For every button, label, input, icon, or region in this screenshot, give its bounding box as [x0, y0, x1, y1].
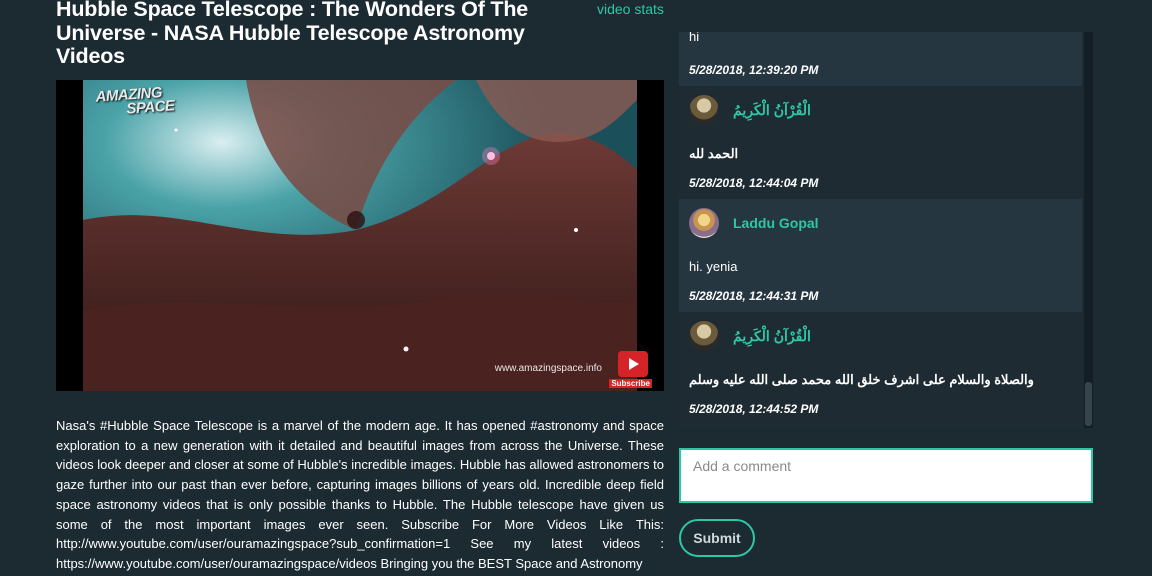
comment-time: 5/28/2018, 12:44:04 PM	[689, 176, 819, 190]
subscribe-badge[interactable]: Subscribe	[609, 379, 652, 388]
comment-item: الْقُرْآنُ الْكَرِيمُ الحمد لله 5/28/201…	[679, 86, 1082, 199]
nebula-frame	[83, 80, 637, 391]
comment-username[interactable]: Laddu Gopal	[733, 215, 819, 231]
comment-text: والصلاة والسلام على اشرف خلق الله محمد ص…	[689, 372, 1034, 387]
avatar[interactable]	[689, 208, 719, 238]
avatar[interactable]	[689, 321, 719, 351]
comment-list[interactable]: hi 5/28/2018, 12:39:20 PM الْقُرْآنُ الْ…	[679, 32, 1082, 428]
comment-item: الْقُرْآنُ الْكَرِيمُ والصلاة والسلام عل…	[679, 312, 1082, 428]
video-stats-link[interactable]: video stats	[597, 1, 664, 17]
video-title: Hubble Space Telescope : The Wonders Of …	[56, 0, 529, 68]
avatar[interactable]	[689, 95, 719, 125]
comment-text: الحمد لله	[689, 146, 739, 161]
comments-scrollbar[interactable]	[1084, 32, 1093, 428]
comment-time: 5/28/2018, 12:44:52 PM	[689, 402, 819, 416]
scrollbar-thumb[interactable]	[1085, 382, 1092, 426]
comment-input[interactable]	[679, 448, 1093, 503]
video-description: Nasa's #Hubble Space Telescope is a marv…	[56, 418, 664, 571]
comment-time: 5/28/2018, 12:44:31 PM	[689, 289, 819, 303]
comment-text: hi. yenia	[689, 259, 738, 274]
comment-item: Laddu Gopal hi. yenia 5/28/2018, 12:44:3…	[679, 199, 1082, 312]
comment-username[interactable]: الْقُرْآنُ الْكَرِيمُ	[733, 328, 811, 345]
comment-time: 5/28/2018, 12:39:20 PM	[689, 63, 819, 77]
youtube-play-icon[interactable]	[618, 351, 648, 377]
channel-logo: AMAZING SPACE	[94, 84, 176, 118]
comment-username[interactable]: الْقُرْآنُ الْكَرِيمُ	[733, 102, 811, 119]
video-player[interactable]: AMAZING SPACE www.amazingspace.info Subs…	[56, 80, 664, 391]
submit-button[interactable]: Submit	[679, 519, 755, 557]
comment-text: hi	[689, 32, 700, 44]
video-watermark: www.amazingspace.info	[494, 363, 602, 374]
comment-item: hi 5/28/2018, 12:39:20 PM	[679, 32, 1082, 86]
